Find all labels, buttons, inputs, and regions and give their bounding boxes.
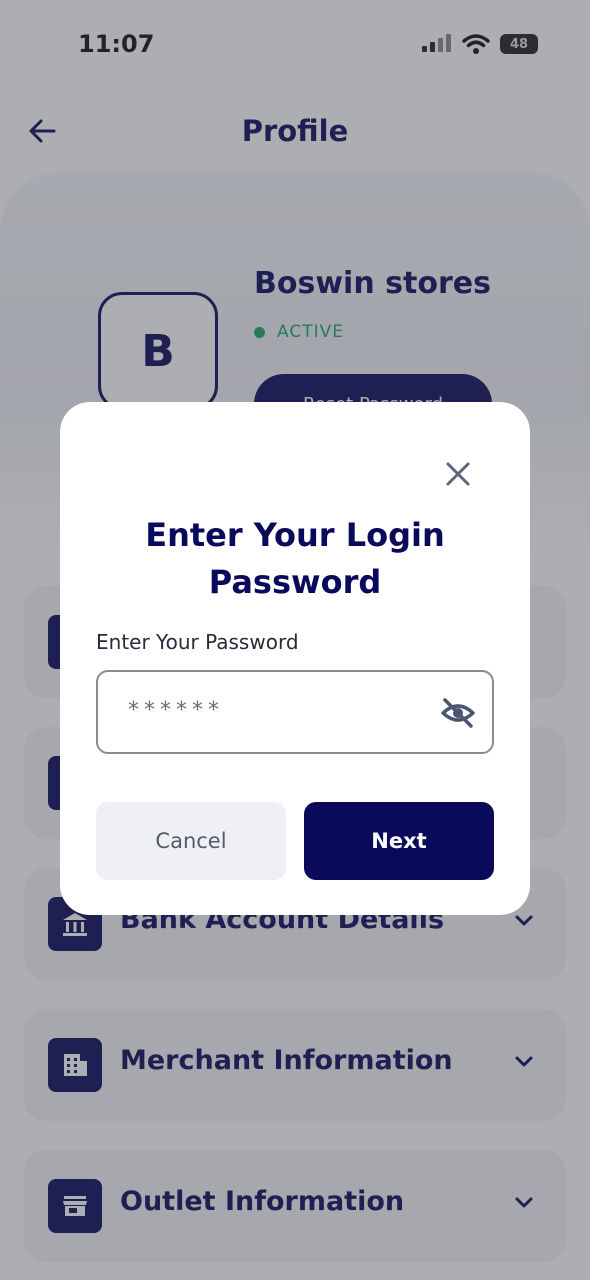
password-input[interactable]: ****** <box>96 670 494 754</box>
eye-off-icon[interactable] <box>440 696 476 730</box>
modal-title-line: Enter Your Login <box>145 516 445 554</box>
password-value: ****** <box>128 698 224 723</box>
cancel-button[interactable]: Cancel <box>96 802 286 880</box>
password-modal: Enter Your Login Password Enter Your Pas… <box>60 402 530 915</box>
modal-title-line: Password <box>208 563 382 601</box>
next-button[interactable]: Next <box>304 802 494 880</box>
close-icon[interactable] <box>442 458 474 490</box>
password-field-label: Enter Your Password <box>96 630 299 654</box>
modal-title: Enter Your Login Password <box>60 512 530 606</box>
